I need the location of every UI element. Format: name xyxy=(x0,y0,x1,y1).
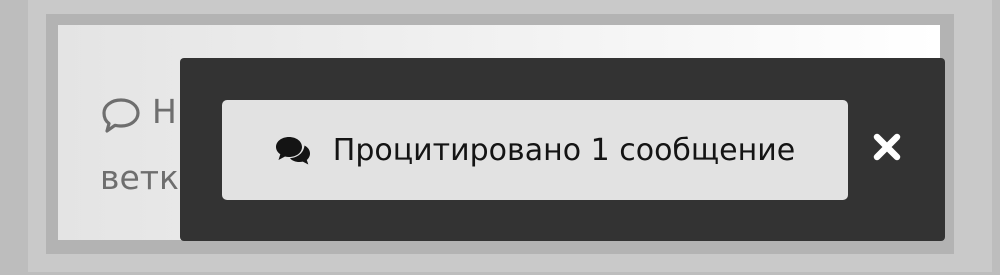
quote-tooltip: Процитировано 1 сообщение xyxy=(180,58,945,241)
post-text: Н ветк xyxy=(100,79,179,211)
post-text-line-2: ветк xyxy=(100,158,179,197)
close-icon xyxy=(873,133,901,161)
comment-icon xyxy=(100,92,142,133)
post-text-line-1: Н xyxy=(152,92,177,131)
quoted-messages-button[interactable]: Процитировано 1 сообщение xyxy=(222,100,848,200)
close-button[interactable] xyxy=(870,130,904,164)
quoted-messages-label: Процитировано 1 сообщение xyxy=(332,132,796,168)
comments-icon xyxy=(275,135,311,165)
